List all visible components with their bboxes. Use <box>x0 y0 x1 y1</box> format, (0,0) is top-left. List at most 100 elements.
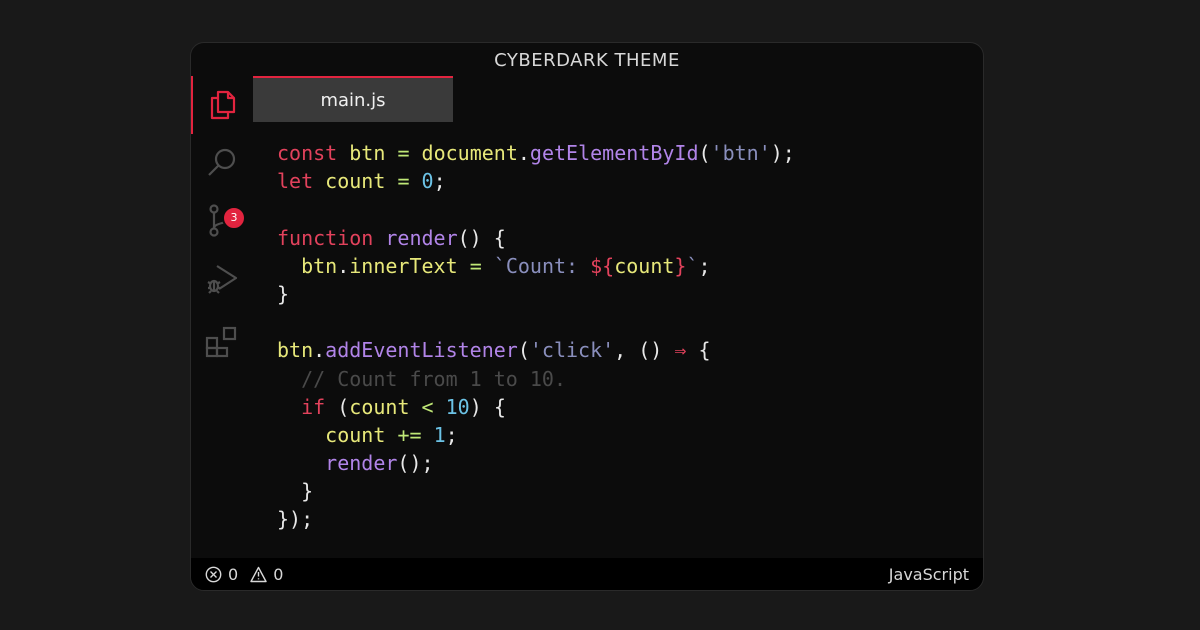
editor-window: CYBERDARK THEME 3 main.js const btn = do… <box>190 42 984 591</box>
code-token: 'click' <box>529 338 615 363</box>
code-token: () { <box>457 225 506 250</box>
code-line[interactable]: const btn = document.getElementById('btn… <box>277 139 795 167</box>
code-token: ⇒ <box>674 338 687 363</box>
activity-extensions[interactable] <box>191 312 253 370</box>
language-mode[interactable]: JavaScript <box>889 565 969 584</box>
warning-icon <box>250 566 267 582</box>
code-token: btn <box>349 141 386 165</box>
activity-explorer[interactable] <box>191 76 253 134</box>
source-control-badge: 3 <box>222 206 246 230</box>
error-icon <box>205 566 222 582</box>
code-token: let <box>277 169 314 194</box>
code-token: += <box>397 422 422 447</box>
code-token: 10 <box>445 394 470 419</box>
extensions-icon <box>205 326 237 358</box>
code-line[interactable]: let count = 0; <box>277 167 795 195</box>
activity-source-control[interactable]: 3 <box>191 192 253 250</box>
code-token: btn <box>277 338 314 363</box>
search-icon <box>208 148 236 176</box>
code-token: }); <box>277 507 314 532</box>
code-token: render <box>385 225 458 250</box>
code-token: getElementById <box>529 141 699 165</box>
code-token: . <box>337 253 350 278</box>
problems-indicator[interactable]: 0 0 <box>205 565 283 584</box>
code-token: innerText <box>349 253 458 278</box>
code-token: = <box>397 141 410 165</box>
code-line[interactable]: count += 1; <box>277 421 795 449</box>
code-token: , () <box>614 338 675 363</box>
warning-count: 0 <box>273 564 284 584</box>
code-token: < <box>421 394 434 419</box>
code-token: } <box>674 253 687 278</box>
code-token: = <box>397 169 410 194</box>
code-token: ( <box>325 394 350 419</box>
code-token: // Count from 1 to 10. <box>301 366 566 391</box>
status-bar: 0 0 JavaScript <box>191 558 983 590</box>
code-token: document <box>421 141 518 165</box>
code-line[interactable]: } <box>277 477 795 505</box>
code-token: count <box>325 422 386 447</box>
code-token: ) { <box>469 394 506 419</box>
code-token: count <box>614 253 675 278</box>
code-line[interactable]: if (count < 10) { <box>277 393 795 421</box>
code-line[interactable] <box>277 195 795 223</box>
code-token: ${ <box>590 253 615 278</box>
run-debug-icon <box>207 265 238 294</box>
code-token: } <box>277 479 314 504</box>
code-line[interactable]: }); <box>277 505 795 533</box>
code-token: const <box>277 141 338 165</box>
code-token: 0 <box>421 169 434 194</box>
code-token: ( <box>517 338 530 363</box>
code-line[interactable]: function render() { <box>277 224 795 252</box>
code-token: function <box>277 225 374 250</box>
window-title: CYBERDARK THEME <box>494 49 680 71</box>
code-token: ; <box>433 169 446 194</box>
activity-run-debug[interactable] <box>191 250 253 308</box>
code-line[interactable] <box>277 308 795 336</box>
code-token: (); <box>397 451 434 476</box>
code-token: render <box>325 451 398 476</box>
code-token: addEventListener <box>325 338 518 363</box>
code-line[interactable]: btn.addEventListener('click', () ⇒ { <box>277 336 795 364</box>
code-token: ` <box>686 253 699 278</box>
code-token: = <box>469 253 482 278</box>
code-token: if <box>301 394 326 419</box>
tab-main-js[interactable]: main.js <box>253 76 453 122</box>
code-token: 1 <box>433 422 446 447</box>
files-icon <box>210 90 236 120</box>
code-token: btn <box>301 253 338 278</box>
code-token: ; <box>445 422 458 447</box>
code-editor[interactable]: const btn = document.getElementById('btn… <box>277 139 795 534</box>
code-line[interactable]: btn.innerText = `Count: ${count}`; <box>277 252 795 280</box>
code-line[interactable]: // Count from 1 to 10. <box>277 365 795 393</box>
activity-search[interactable] <box>191 134 253 192</box>
code-token: } <box>277 281 290 306</box>
code-token: ; <box>698 253 711 278</box>
code-token: count <box>325 169 386 194</box>
code-token: `Count: <box>493 253 591 278</box>
code-line[interactable]: } <box>277 280 795 308</box>
code-token: count <box>349 394 410 419</box>
code-line[interactable]: render(); <box>277 449 795 477</box>
code-token: 'btn' <box>710 141 771 165</box>
code-token: . <box>313 338 326 363</box>
code-token: ( <box>698 141 711 165</box>
